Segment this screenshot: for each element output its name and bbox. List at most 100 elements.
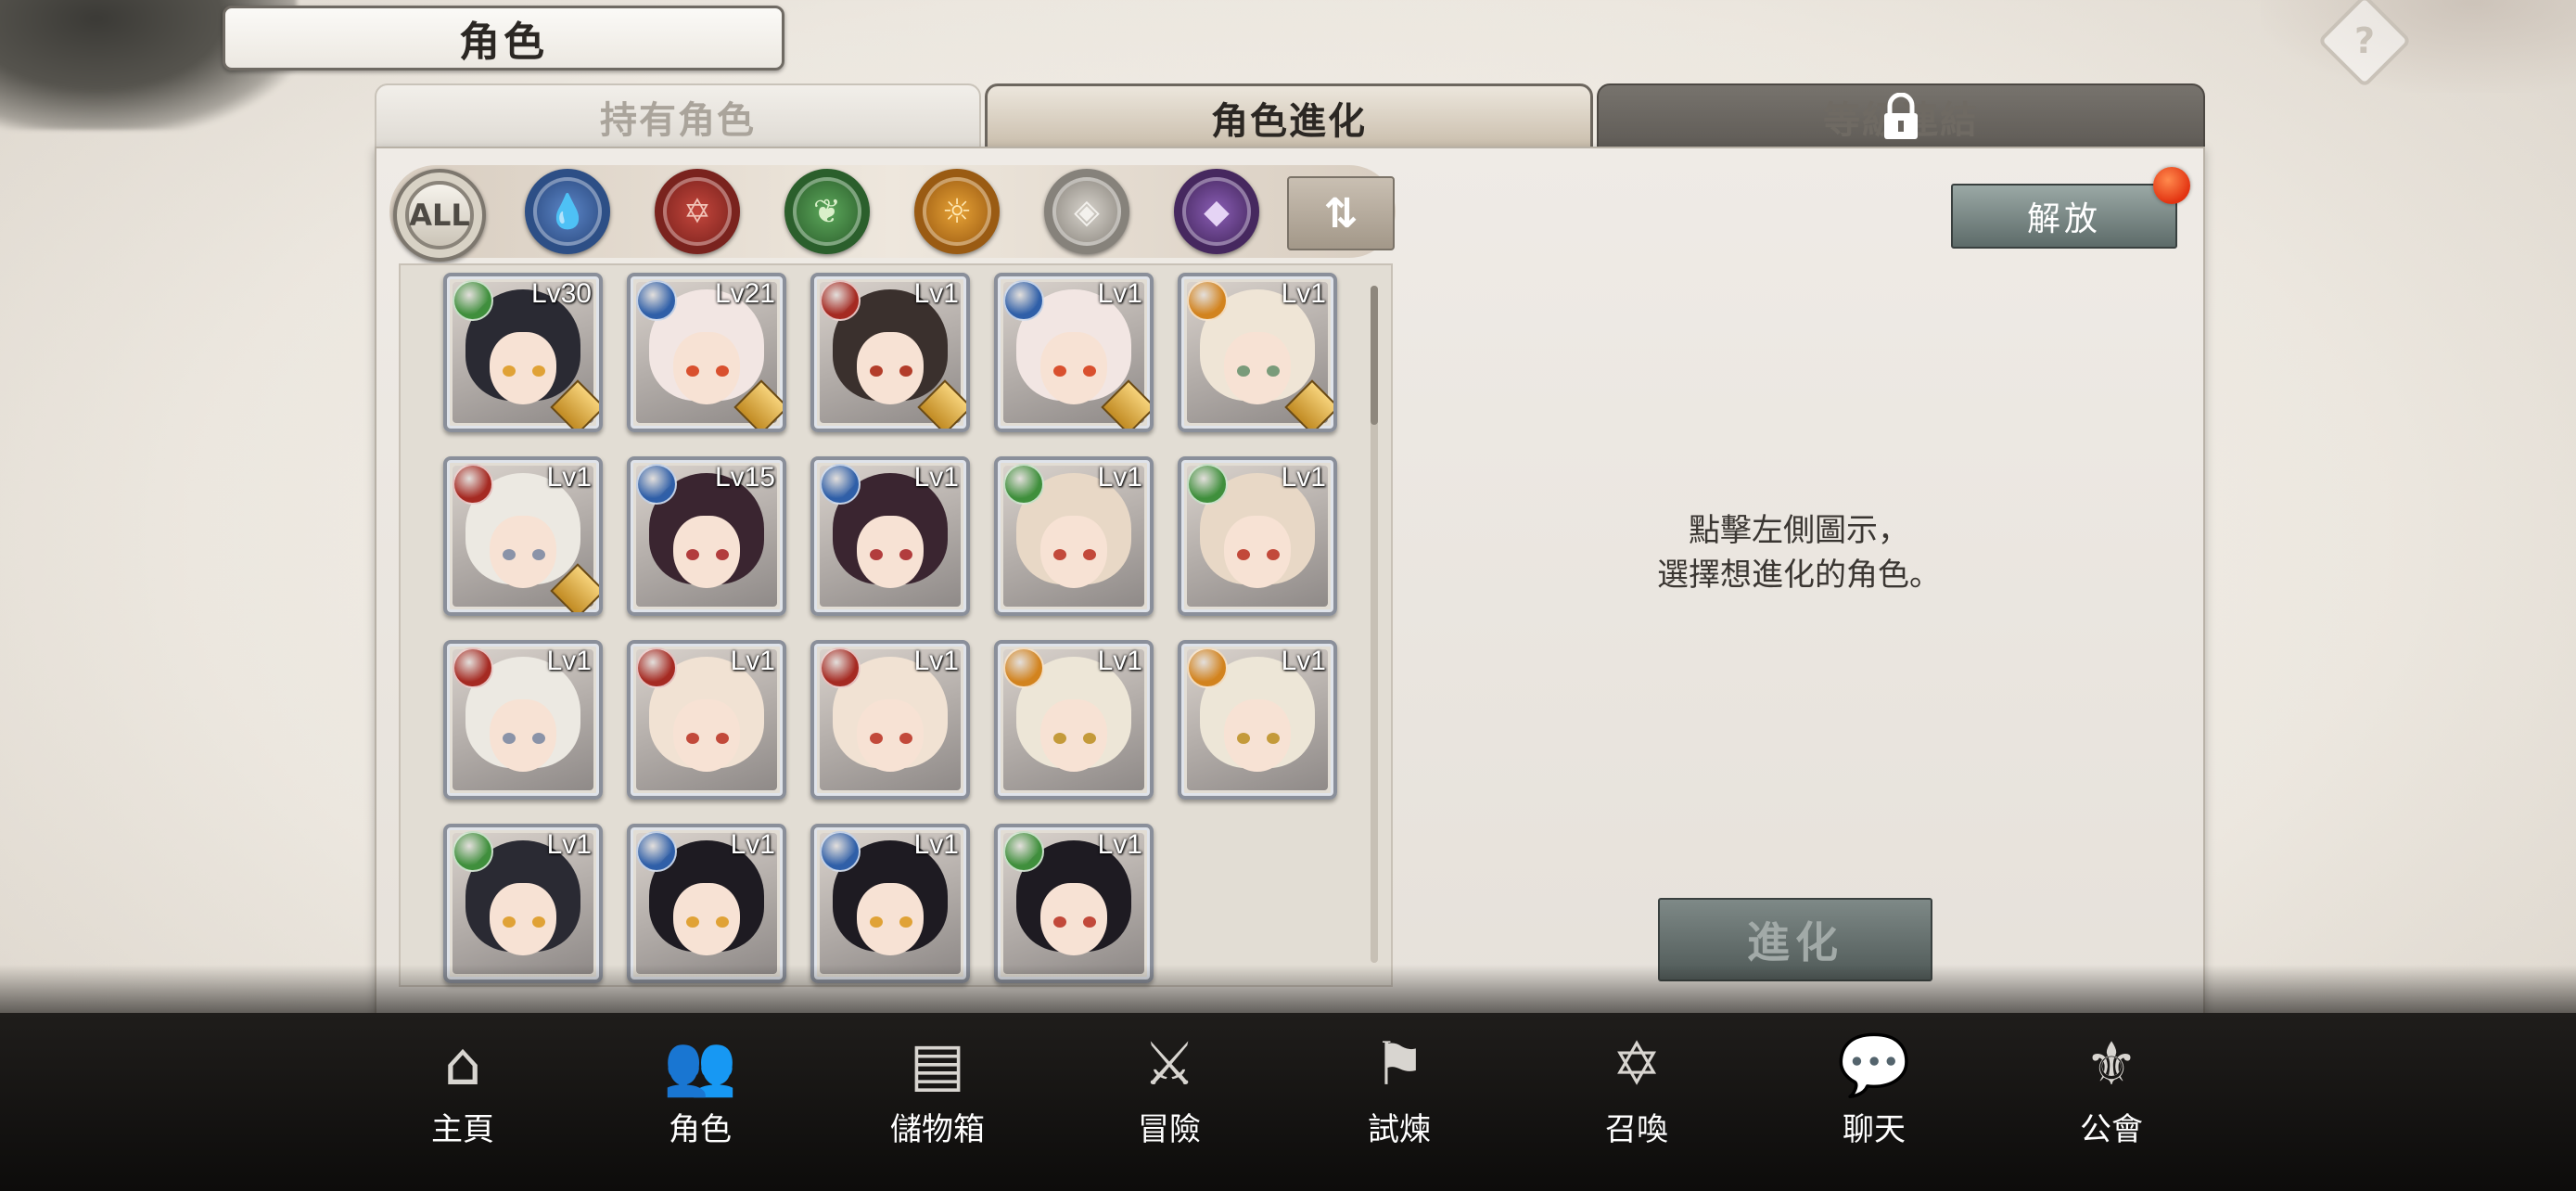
character-level: Lv1 <box>913 462 959 493</box>
sort-arrows-icon: ⇅ <box>1323 189 1358 237</box>
character-card[interactable]: Lv21 <box>627 273 786 432</box>
nav-characters[interactable]: 👥 角色 <box>631 1028 770 1149</box>
fire-element-icon <box>820 647 861 688</box>
filter-water-button[interactable]: 💧 <box>525 169 610 254</box>
filter-neutral-button[interactable]: ◈ <box>1044 169 1129 254</box>
question-icon: ? <box>2353 19 2376 61</box>
character-eye <box>1083 365 1096 377</box>
character-eye <box>1053 365 1066 377</box>
nav-guild[interactable]: ⚜ 公會 <box>2042 1028 2181 1148</box>
character-face <box>1224 699 1291 772</box>
character-eye <box>870 733 883 744</box>
character-level: Lv1 <box>1097 646 1142 676</box>
character-card[interactable]: Lv1 <box>810 273 970 432</box>
wind-element-icon <box>453 831 493 872</box>
nav-adventure[interactable]: ⚔ 冒險 <box>1100 1028 1239 1148</box>
filter-wind-button[interactable]: ❦ <box>784 169 870 254</box>
character-face <box>857 699 924 772</box>
character-card[interactable]: Lv1 <box>810 824 970 983</box>
character-card[interactable]: Lv1 <box>443 640 603 800</box>
character-eye <box>870 549 883 560</box>
storage-chest-icon: ▤ <box>909 1031 966 1099</box>
character-card[interactable]: Lv1 <box>443 456 603 616</box>
character-card[interactable]: Lv1 <box>994 640 1154 800</box>
character-face <box>857 516 924 588</box>
release-button[interactable]: 解放 <box>1951 184 2177 249</box>
wind-element-icon: ❦ <box>793 177 861 246</box>
lock-icon <box>1884 93 1918 139</box>
character-eye <box>686 916 699 928</box>
filter-fire-button[interactable]: ✡ <box>655 169 740 254</box>
nav-home[interactable]: ⌂ 主頁 <box>393 1028 532 1148</box>
character-card[interactable]: Lv1 <box>994 273 1154 432</box>
all-icon: ALL <box>405 181 474 250</box>
instruction-line-2: 選擇想進化的角色。 <box>1657 557 1941 594</box>
water-element-icon <box>1003 280 1044 321</box>
character-face <box>857 332 924 404</box>
character-card[interactable]: Lv15 <box>627 456 786 616</box>
character-eye <box>870 916 883 928</box>
chat-icon: 💬 <box>1837 1031 1911 1100</box>
page-title-box: 角色 <box>223 6 784 70</box>
character-card[interactable]: Lv1 <box>627 640 786 800</box>
nav-chat[interactable]: 💬 聊天 <box>1804 1028 1944 1149</box>
filter-dark-button[interactable]: ◆ <box>1174 169 1259 254</box>
wind-element-icon <box>1187 464 1228 505</box>
character-card[interactable]: Lv1 <box>1178 273 1337 432</box>
neutral-element-icon: ◈ <box>1052 177 1121 246</box>
character-card[interactable]: Lv1 <box>810 456 970 616</box>
character-level: Lv1 <box>730 829 775 860</box>
filter-all-button[interactable]: ALL <box>393 169 486 262</box>
light-element-icon <box>1187 280 1228 321</box>
character-eye <box>503 365 516 377</box>
character-level: Lv1 <box>1281 646 1326 676</box>
character-eye <box>1237 733 1250 744</box>
nav-summon[interactable]: ✡ 召喚 <box>1567 1028 1706 1148</box>
tab-level-link[interactable]: 等級連結 <box>1597 83 2205 150</box>
notification-dot <box>2153 167 2190 204</box>
tab-label: 角色進化 <box>1211 100 1367 143</box>
tab-character-evolution[interactable]: 角色進化 <box>985 83 1593 152</box>
character-face <box>673 699 740 772</box>
nav-label: 聊天 <box>1843 1111 1906 1148</box>
evolve-button-label: 進化 <box>1747 917 1843 967</box>
character-eye <box>870 365 883 377</box>
nav-storage[interactable]: ▤ 儲物箱 <box>868 1028 1007 1148</box>
character-card[interactable]: Lv1 <box>1178 640 1337 800</box>
water-element-icon: 💧 <box>533 177 602 246</box>
character-face <box>1040 332 1107 404</box>
fire-element-icon <box>453 647 493 688</box>
character-eye <box>716 916 729 928</box>
light-element-icon <box>1003 647 1044 688</box>
character-face <box>1040 699 1107 772</box>
character-face <box>1224 332 1291 404</box>
character-eye <box>899 365 912 377</box>
character-card[interactable]: Lv1 <box>810 640 970 800</box>
filter-light-button[interactable]: ☼ <box>914 169 1000 254</box>
character-eye <box>1237 549 1250 560</box>
character-card[interactable]: Lv30 <box>443 273 603 432</box>
character-card[interactable]: Lv1 <box>994 456 1154 616</box>
character-level: Lv1 <box>546 646 592 676</box>
character-eye <box>532 365 545 377</box>
tab-owned-characters[interactable]: 持有角色 <box>375 83 981 150</box>
grid-scrollbar-thumb[interactable] <box>1371 286 1378 425</box>
water-element-icon <box>636 464 677 505</box>
character-eye <box>532 733 545 744</box>
character-face <box>490 883 556 955</box>
character-card[interactable]: Lv1 <box>627 824 786 983</box>
nav-trial[interactable]: ⚑ 試煉 <box>1330 1028 1469 1148</box>
character-level: Lv1 <box>1097 829 1142 860</box>
fire-element-icon <box>636 647 677 688</box>
character-eye <box>686 549 699 560</box>
character-card[interactable]: Lv1 <box>443 824 603 983</box>
water-element-icon <box>820 831 861 872</box>
character-card[interactable]: Lv1 <box>994 824 1154 983</box>
character-eye <box>716 365 729 377</box>
nav-label: 角色 <box>669 1111 732 1148</box>
nav-label: 冒險 <box>1138 1111 1201 1148</box>
sort-button[interactable]: ⇅ <box>1287 176 1395 250</box>
character-level: Lv21 <box>714 278 775 309</box>
character-card[interactable]: Lv1 <box>1178 456 1337 616</box>
character-eye <box>532 916 545 928</box>
